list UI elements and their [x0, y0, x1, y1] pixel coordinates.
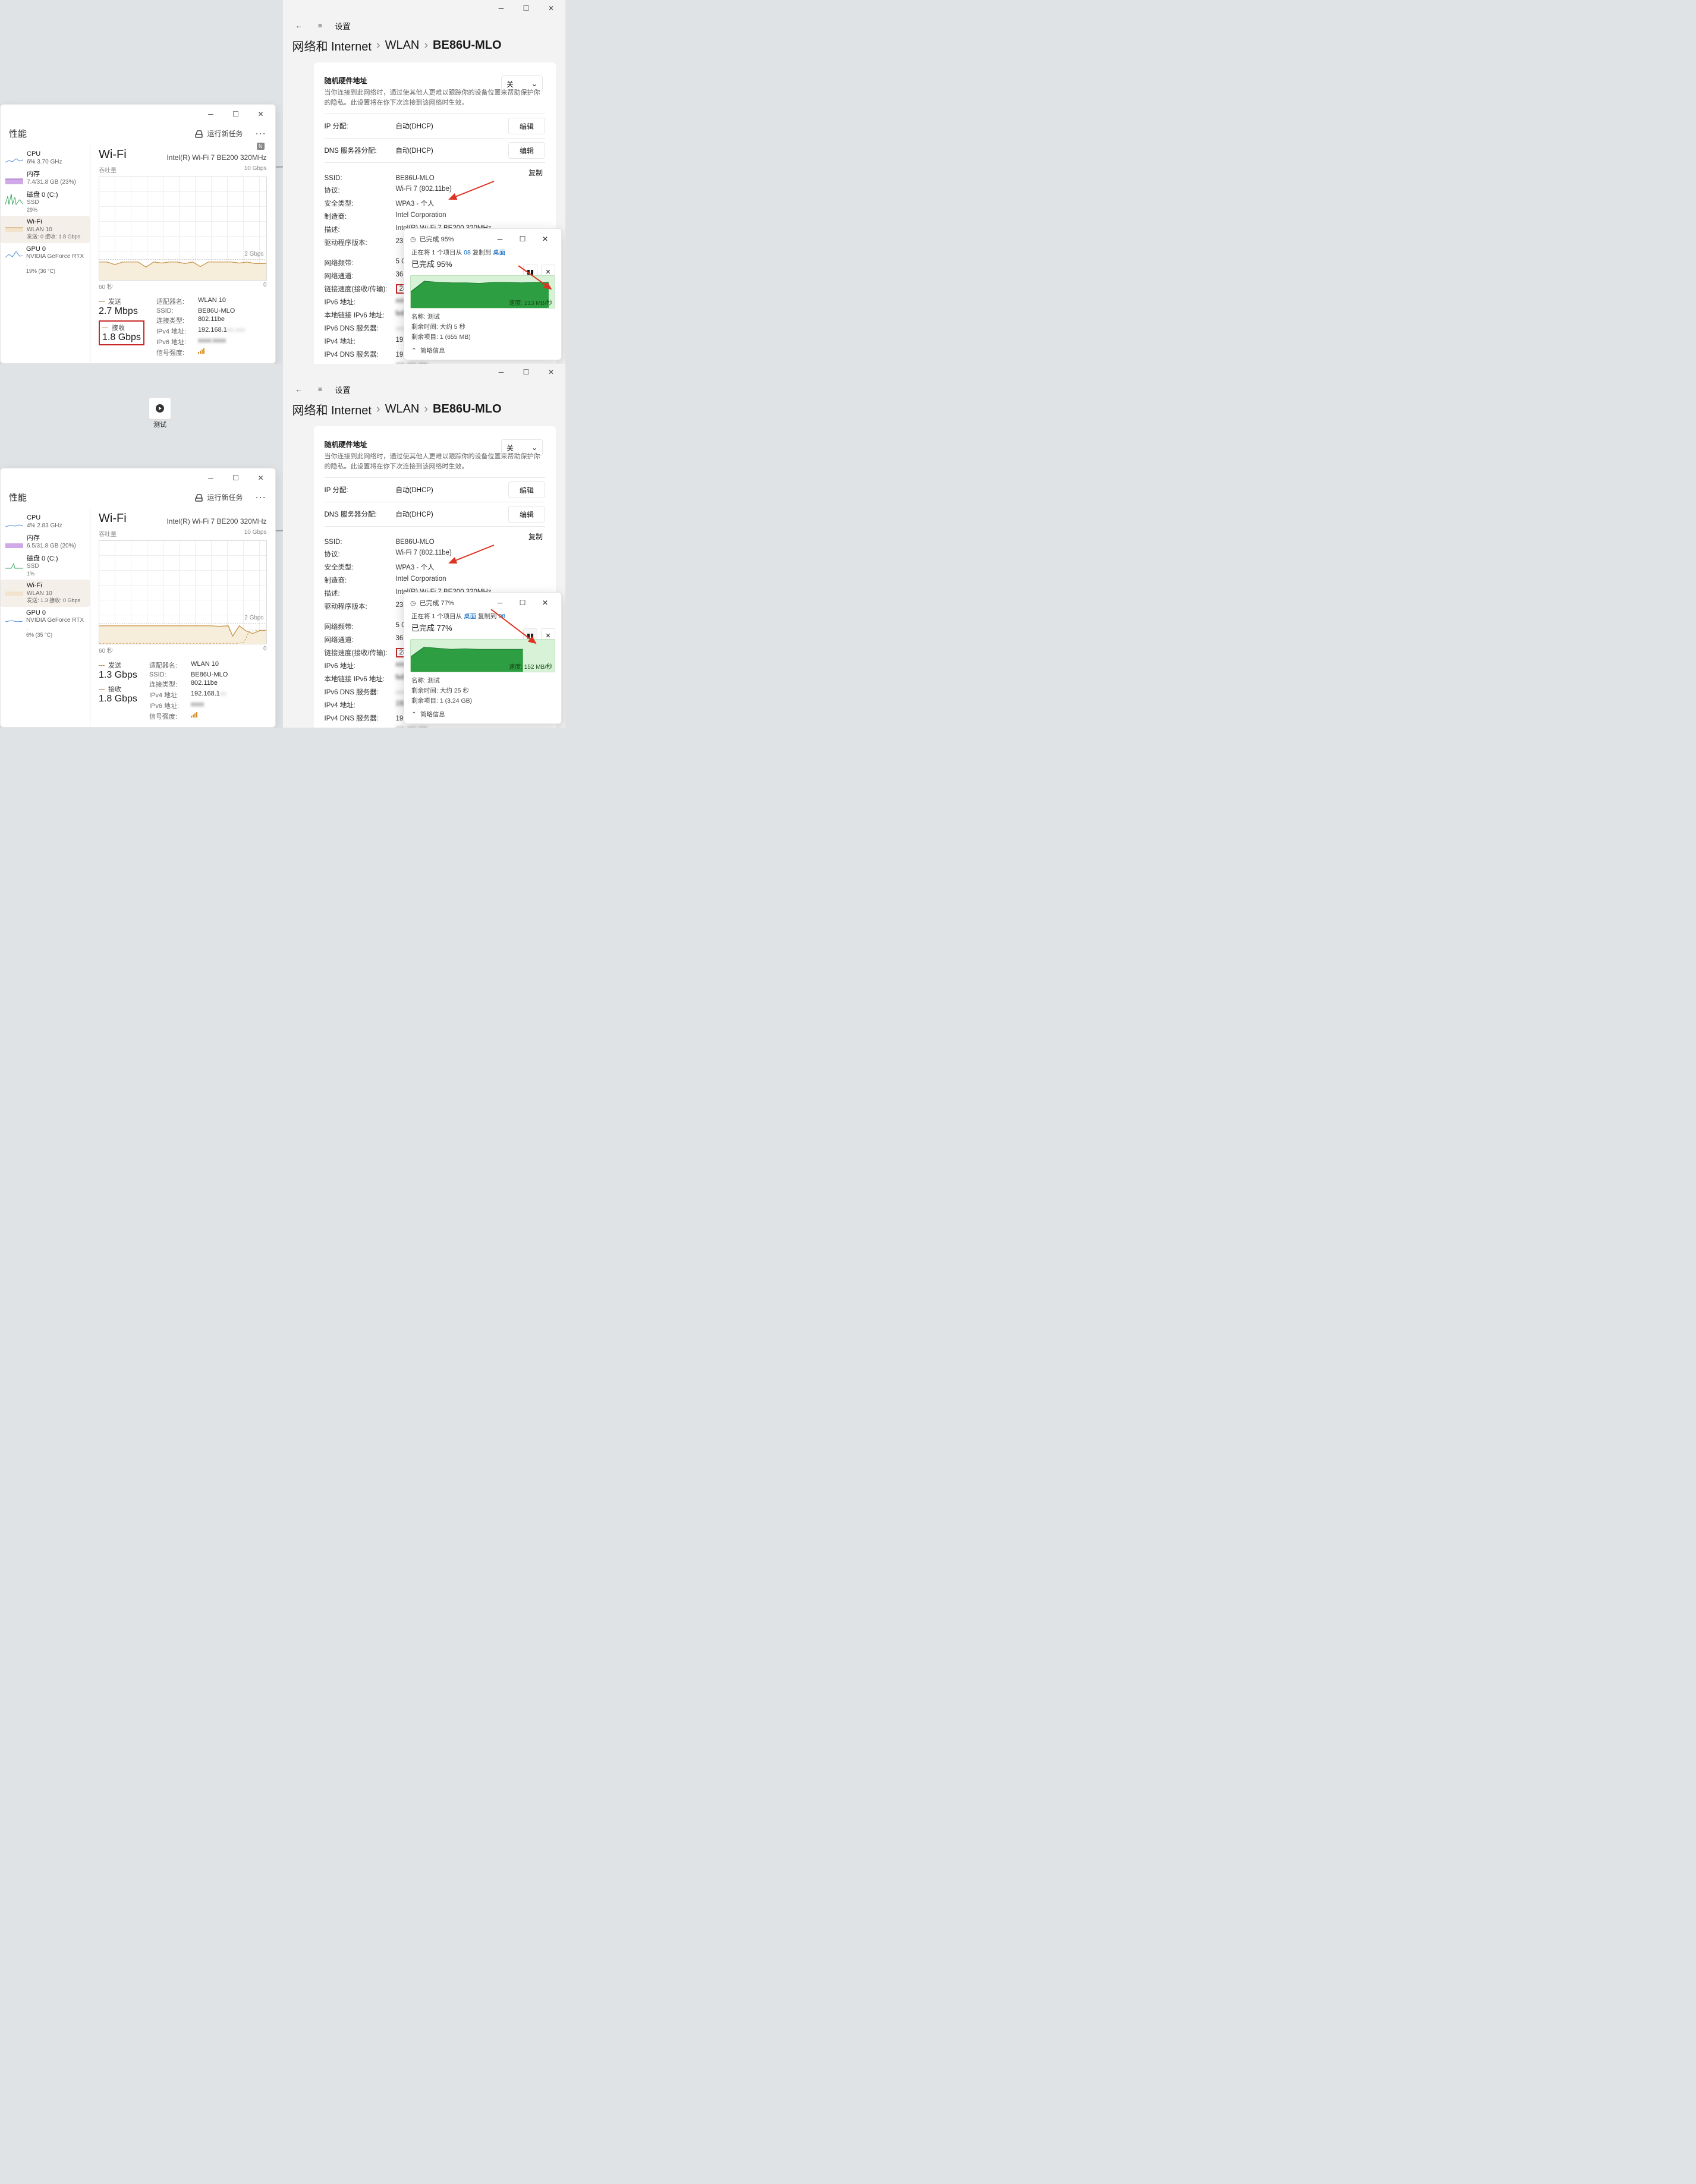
close-button[interactable]: ✕ — [539, 0, 563, 17]
copy-dialog: ◷已完成 77% ─☐✕ 正在将 1 个项目从 桌面 复制到 08 已完成 77… — [404, 592, 562, 724]
sidebar-item-gpu[interactable]: GPU 0NVIDIA GeForce RTX .6% (35 °C) — [1, 607, 90, 641]
run-new-task-label: 运行新任务 — [207, 128, 243, 139]
task-manager-window: ─ ☐ ✕ 性能 运行新任务 ··· N CPU6% 3.70 GHz — [0, 104, 276, 364]
copy-description: 正在将 1 个项目从 08 复制到 桌面 — [404, 248, 561, 257]
clock-icon: ◷ — [410, 599, 416, 607]
close-button[interactable]: ✕ — [535, 596, 555, 609]
minimize-button[interactable]: ─ — [489, 364, 513, 380]
titlebar: ─ ☐ ✕ — [1, 105, 275, 124]
clock-icon: ◷ — [410, 235, 416, 243]
signal-bars-icon — [191, 712, 197, 717]
run-new-task-button[interactable]: 运行新任务 — [189, 490, 248, 505]
chevron-up-icon: ⌃ — [411, 347, 417, 354]
minimize-button[interactable]: ─ — [489, 0, 513, 17]
sidebar-item-memory[interactable]: 内存6.5/31.8 GB (20%) — [1, 532, 90, 552]
close-button[interactable]: ✕ — [535, 232, 555, 246]
breadcrumb-network[interactable]: 网络和 Internet — [292, 37, 372, 54]
sidebar-item-disk[interactable]: 磁盘 0 (C:)SSD1% — [1, 553, 90, 580]
breadcrumb-ssid: BE86U-MLO — [433, 39, 502, 52]
minimize-button[interactable]: ─ — [490, 232, 510, 246]
sidebar-item-cpu[interactable]: CPU4% 2.83 GHz — [1, 512, 90, 532]
more-button[interactable]: ··· — [256, 130, 267, 138]
sidebar-item-cpu[interactable]: CPU6% 3.70 GHz — [1, 148, 90, 168]
chevron-up-icon: ⌃ — [411, 711, 417, 718]
disk-sparkline — [5, 191, 23, 206]
chevron-down-icon: ⌄ — [531, 443, 537, 452]
back-button[interactable]: ← — [292, 19, 306, 32]
sidebar-item-disk[interactable]: 磁盘 0 (C:)SSD29% — [1, 189, 90, 216]
menu-button[interactable]: ≡ — [314, 19, 327, 32]
close-button[interactable]: ✕ — [249, 470, 273, 486]
signal-bars-icon — [198, 348, 204, 354]
maximize-button[interactable]: ☐ — [512, 232, 533, 246]
performance-sidebar: CPU6% 3.70 GHz 内存7.4/31.8 GB (23%) 磁盘 0 … — [1, 146, 90, 363]
back-button[interactable]: ← — [292, 383, 306, 396]
throughput-chart[interactable]: 2 Gbps — [99, 540, 267, 644]
wifi-sparkline — [5, 218, 23, 232]
edit-dns-button[interactable]: 编辑 — [508, 506, 545, 523]
menu-button[interactable]: ≡ — [314, 383, 327, 396]
gpu-sparkline — [5, 246, 23, 260]
summary-toggle[interactable]: ⌃简略信息 — [411, 710, 554, 719]
edit-ip-button[interactable]: 编辑 — [508, 482, 545, 498]
maximize-button[interactable]: ☐ — [224, 470, 248, 486]
send-rate: 发送 2.7 Mbps — [99, 297, 144, 317]
copy-speed-chart: 速度: 152 MB/秒 — [410, 639, 555, 672]
maximize-button[interactable]: ☐ — [224, 106, 248, 122]
random-mac-dropdown[interactable]: 关⌄ — [501, 75, 543, 92]
settings-title: 设置 — [335, 20, 351, 32]
sidebar-item-wifi[interactable]: Wi-FiWLAN 10发送: 1.3 接收: 0 Gbps — [1, 580, 90, 607]
copy-button[interactable]: 复制 — [528, 531, 543, 542]
copy-speed-chart: 速度: 213 MB/秒 — [410, 275, 555, 309]
note-badge: N — [257, 143, 265, 150]
sidebar-item-memory[interactable]: 内存7.4/31.8 GB (23%) — [1, 168, 90, 188]
edit-ip-button[interactable]: 编辑 — [508, 118, 545, 134]
maximize-button[interactable]: ☐ — [512, 596, 533, 609]
throughput-chart[interactable]: 2 Gbps — [99, 177, 267, 281]
more-button[interactable]: ··· — [256, 493, 267, 502]
close-button[interactable]: ✕ — [249, 106, 273, 122]
run-icon — [195, 493, 203, 502]
maximize-button[interactable]: ☐ — [514, 364, 538, 380]
mem-sparkline — [5, 171, 23, 185]
edit-dns-button[interactable]: 编辑 — [508, 142, 545, 159]
performance-tab-title: 性能 — [9, 127, 27, 140]
summary-toggle[interactable]: ⌃简略信息 — [411, 346, 554, 355]
cpu-sparkline — [5, 150, 23, 165]
recv-rate-highlight: 接收 1.8 Gbps — [99, 320, 144, 345]
run-icon — [195, 130, 203, 138]
adapter-name: Intel(R) Wi-Fi 7 BE200 320MHz — [166, 153, 266, 162]
random-mac-dropdown[interactable]: 关⌄ — [501, 439, 543, 456]
sidebar-item-wifi[interactable]: Wi-FiWLAN 10发送: 0 接收: 1.8 Gbps — [1, 216, 90, 243]
breadcrumb-wlan[interactable]: WLAN — [385, 39, 420, 52]
copy-dialog: ◷已完成 95% ─☐✕ 正在将 1 个项目从 08 复制到 桌面 已完成 95… — [404, 228, 562, 360]
task-manager-window: ─ ☐ ✕ 性能 运行新任务 ··· CPU4% 2.83 GHz — [0, 468, 276, 728]
sidebar-item-gpu[interactable]: GPU 0NVIDIA GeForce RTX .19% (36 °C) — [1, 243, 90, 278]
wifi-graph-panel: Wi-Fi Intel(R) Wi-Fi 7 BE200 320MHz 吞吐量1… — [90, 146, 275, 363]
run-new-task-button[interactable]: 运行新任务 — [189, 126, 248, 141]
minimize-button[interactable]: ─ — [199, 470, 223, 486]
maximize-button[interactable]: ☐ — [514, 0, 538, 17]
minimize-button[interactable]: ─ — [490, 596, 510, 609]
desktop-file-icon[interactable]: 测试 — [149, 397, 171, 429]
chevron-down-icon: ⌄ — [531, 80, 537, 88]
minimize-button[interactable]: ─ — [199, 106, 223, 122]
copy-button[interactable]: 复制 — [528, 168, 543, 178]
graph-title: Wi-Fi — [99, 148, 127, 162]
breadcrumb: 网络和 Internet › WLAN › BE86U-MLO — [283, 32, 566, 62]
close-button[interactable]: ✕ — [539, 364, 563, 380]
wifi-details-table: 适配器名:WLAN 10 SSID:BE86U-MLO 连接类型:802.11b… — [156, 297, 246, 357]
